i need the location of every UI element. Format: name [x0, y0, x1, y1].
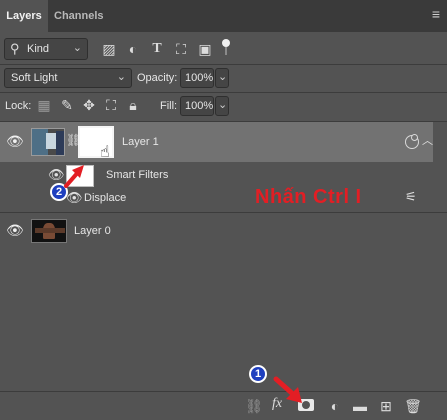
- annotation-text: Nhấn Ctrl I: [255, 186, 362, 208]
- filter-kind-label: Kind: [27, 43, 50, 55]
- new-group-icon[interactable]: ▬: [351, 397, 369, 415]
- opacity-dropdown[interactable]: ⌄: [215, 68, 229, 88]
- smart-object-icon-part: [411, 134, 418, 141]
- bottom-toolbar: ⛓︎ fx ◐ ▬ ⊞ 🗑︎: [0, 392, 447, 420]
- filter-adjustment-icon[interactable]: ◐: [124, 40, 142, 58]
- lock-all-icon[interactable]: 🔒︎: [124, 96, 142, 114]
- lock-artboard-icon[interactable]: ⛶: [102, 96, 120, 114]
- chevron-down-icon: ⌄: [116, 71, 126, 83]
- opacity-field[interactable]: 100%: [180, 68, 214, 88]
- smart-object-icon: [405, 134, 419, 149]
- opacity-value: 100%: [185, 72, 214, 84]
- annotation-arrow-1: [273, 376, 302, 403]
- filter-toggle-icon[interactable]: [222, 39, 230, 47]
- eye-icon[interactable]: 👁︎: [66, 190, 83, 206]
- filter-kind-select[interactable]: ⚲ Kind ⌄: [4, 38, 88, 60]
- blend-mode-value: Soft Light: [11, 72, 58, 84]
- divider: [0, 64, 447, 65]
- fill-field[interactable]: 100%: [180, 96, 214, 116]
- blend-mode-select[interactable]: Soft Light ⌄: [4, 68, 132, 88]
- fill-label: Fill:: [160, 100, 178, 112]
- eye-icon[interactable]: 👁︎: [6, 133, 24, 150]
- layer-thumbnail: [31, 128, 65, 156]
- collapse-icon[interactable]: ︿: [422, 132, 433, 148]
- layer-row-layer-0[interactable]: 👁︎ Layer 0: [0, 214, 433, 248]
- thumb-part: [35, 228, 65, 233]
- smart-filters-label: Smart Filters: [106, 169, 169, 181]
- filter-pixel-icon[interactable]: ▨: [100, 40, 118, 58]
- hand-cursor-icon: ☝︎: [100, 144, 110, 161]
- filter-options-icon[interactable]: ⚟: [405, 189, 417, 205]
- filter-type-icon[interactable]: T: [148, 40, 166, 58]
- thumb-part: [56, 131, 64, 155]
- lock-position-icon[interactable]: ✥: [80, 96, 98, 114]
- fill-value: 100%: [185, 100, 214, 112]
- divider: [0, 212, 447, 213]
- lock-transparent-icon[interactable]: ▦: [35, 96, 53, 114]
- filter-name: Displace: [84, 192, 127, 204]
- layer-name[interactable]: Layer 0: [74, 225, 111, 237]
- opacity-label: Opacity:: [137, 72, 178, 84]
- step-marker-1: 1: [249, 365, 267, 383]
- delete-layer-icon[interactable]: 🗑︎: [404, 397, 422, 415]
- filter-smart-object-icon[interactable]: ▣: [196, 40, 214, 58]
- annotation-arrow-2: [64, 165, 84, 188]
- layer-thumbnail: [31, 219, 67, 243]
- search-icon: ⚲: [10, 41, 20, 56]
- chevron-down-icon: ⌄: [218, 99, 228, 111]
- filter-shape-icon[interactable]: ⛶: [172, 40, 190, 58]
- adjustment-layer-icon[interactable]: ◐: [326, 397, 344, 415]
- divider: [0, 92, 447, 93]
- layer-name[interactable]: Layer 1: [122, 136, 159, 148]
- filter-toggle-stem: [225, 47, 227, 55]
- eye-icon[interactable]: 👁︎: [6, 222, 24, 239]
- fill-dropdown[interactable]: ⌄: [215, 96, 229, 116]
- new-layer-icon[interactable]: ⊞: [377, 397, 395, 415]
- panel-menu-icon[interactable]: ≡: [432, 6, 440, 22]
- tab-channels[interactable]: Channels: [54, 0, 104, 32]
- layer-row-layer-1[interactable]: 👁︎ ⛓︎ ☝︎ Layer 1 ︿: [0, 122, 433, 162]
- chevron-down-icon: ⌄: [218, 71, 228, 83]
- chevron-down-icon: ⌄: [72, 42, 82, 54]
- lock-image-icon[interactable]: ✎: [58, 96, 76, 114]
- lock-label: Lock:: [5, 100, 32, 112]
- tab-layers[interactable]: Layers: [0, 0, 48, 32]
- link-layers-icon[interactable]: ⛓︎: [245, 397, 263, 415]
- tab-bar: Layers Channels ≡: [0, 0, 447, 32]
